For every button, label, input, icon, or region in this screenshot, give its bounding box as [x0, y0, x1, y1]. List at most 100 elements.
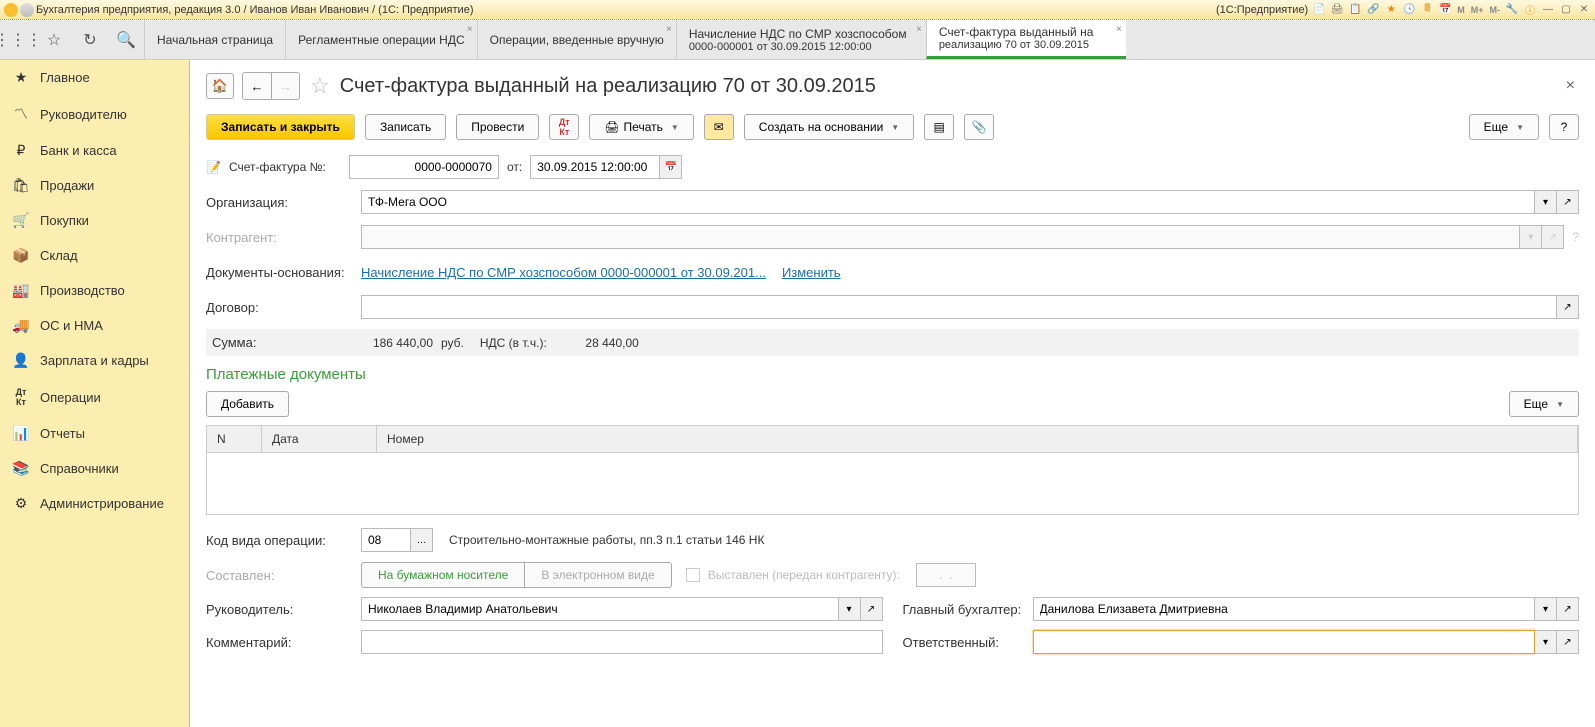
create-based-button[interactable]: Создать на основании▼ — [744, 114, 914, 140]
open-icon[interactable]: ↗ — [1557, 295, 1579, 319]
apps-icon[interactable]: ⋮⋮⋮ — [0, 20, 36, 59]
dropdown-icon[interactable]: ▾ — [1535, 190, 1557, 214]
basis-link[interactable]: Начисление НДС по СМР хозспособом 0000-0… — [361, 265, 766, 280]
info-icon[interactable]: ⓘ — [1523, 3, 1537, 17]
search-icon[interactable]: 🔍 — [108, 20, 144, 59]
link-icon[interactable]: 🔗 — [1366, 3, 1380, 17]
tab-label: Счет-фактура выданный на — [939, 25, 1114, 39]
print-button[interactable]: 🖨Печать▼ — [589, 114, 693, 140]
tab-label: Начисление НДС по СМР хозспособом — [689, 27, 914, 41]
history-icon[interactable]: 🕓 — [1402, 3, 1416, 17]
save-close-button[interactable]: Записать и закрыть — [206, 114, 355, 140]
close-page-icon[interactable]: × — [1562, 73, 1579, 99]
help-hint-icon[interactable]: ? — [1572, 230, 1579, 244]
save-button[interactable]: Записать — [365, 114, 446, 140]
org-input[interactable] — [361, 190, 1535, 214]
home-button[interactable]: 🏠 — [206, 73, 234, 99]
comment-input[interactable] — [361, 630, 883, 654]
open-icon[interactable]: ↗ — [1542, 225, 1564, 249]
sidebar-item-bank[interactable]: ₽Банк и касса — [0, 133, 189, 168]
date-picker-icon[interactable]: 📅 — [660, 155, 682, 179]
invoice-no-input[interactable] — [349, 155, 499, 179]
sidebar-item-catalogs[interactable]: 📚Справочники — [0, 451, 189, 486]
dropdown-icon[interactable]: ▾ — [1535, 597, 1557, 621]
tab-invoice[interactable]: Счет-фактура выданный на реализацию 70 о… — [926, 20, 1126, 59]
sidebar-item-admin[interactable]: ⚙Администрирование — [0, 486, 189, 521]
open-icon[interactable]: ↗ — [1557, 190, 1579, 214]
close-icon[interactable]: × — [666, 24, 672, 35]
print-icon[interactable]: 🖨 — [1330, 3, 1344, 17]
sent-checkbox[interactable] — [686, 568, 700, 582]
dropdown-icon[interactable] — [20, 3, 34, 17]
favorite-star-icon[interactable]: ☆ — [310, 73, 330, 99]
sent-date-input[interactable] — [916, 563, 976, 587]
maximize-icon[interactable]: ▢ — [1559, 3, 1573, 17]
more-button-2[interactable]: Еще▼ — [1509, 391, 1579, 417]
opcode-input[interactable] — [361, 528, 411, 552]
electronic-toggle[interactable]: В электронном виде — [524, 562, 671, 588]
forward-button[interactable]: → — [271, 73, 299, 99]
dropdown-icon[interactable]: ▾ — [1520, 225, 1542, 249]
date-input[interactable] — [530, 155, 660, 179]
star-outline-icon[interactable]: ☆ — [36, 20, 72, 59]
box-icon: 📦 — [12, 247, 30, 264]
attach-button[interactable]: 📎 — [964, 114, 994, 140]
calendar-icon[interactable]: 📅 — [1438, 3, 1452, 17]
th-date[interactable]: Дата — [262, 426, 377, 452]
sidebar-item-reports[interactable]: 📊Отчеты — [0, 416, 189, 451]
memory-mminus[interactable]: M- — [1489, 3, 1502, 17]
sidebar-item-assets[interactable]: 🚚ОС и НМА — [0, 308, 189, 343]
compare-icon[interactable]: 📋 — [1348, 3, 1362, 17]
dropdown-icon[interactable]: ▾ — [1535, 630, 1557, 654]
tab-manual-ops[interactable]: Операции, введенные вручную × — [477, 20, 676, 59]
window-title: Бухгалтерия предприятия, редакция 3.0 / … — [36, 4, 1216, 16]
calc-icon[interactable]: 🖩 — [1420, 3, 1434, 17]
tab-start-page[interactable]: Начальная страница — [144, 20, 285, 59]
minimize-icon[interactable]: — — [1541, 3, 1555, 17]
bag-icon: 🛍 — [12, 177, 30, 194]
favorite-icon[interactable]: ★ — [1384, 3, 1398, 17]
close-icon[interactable]: × — [1116, 24, 1122, 35]
paper-toggle[interactable]: На бумажном носителе — [361, 562, 524, 588]
dt-kt-button[interactable]: ДтКт — [549, 114, 579, 140]
memory-mplus[interactable]: M+ — [1470, 3, 1485, 17]
add-button[interactable]: Добавить — [206, 391, 289, 417]
sidebar-item-warehouse[interactable]: 📦Склад — [0, 238, 189, 273]
select-icon[interactable]: … — [411, 528, 433, 552]
email-button[interactable]: ✉ — [704, 114, 734, 140]
currency-label: руб. — [441, 336, 464, 350]
open-icon[interactable]: ↗ — [861, 597, 883, 621]
tab-vat-ops[interactable]: Регламентные операции НДС × — [285, 20, 477, 59]
open-icon[interactable]: ↗ — [1557, 597, 1579, 621]
open-icon[interactable]: ↗ — [1557, 630, 1579, 654]
contragent-input[interactable] — [361, 225, 1520, 249]
more-button[interactable]: Еще▼ — [1469, 114, 1539, 140]
th-n[interactable]: N — [207, 426, 262, 452]
change-link[interactable]: Изменить — [782, 265, 841, 280]
sidebar-item-sales[interactable]: 🛍Продажи — [0, 168, 189, 203]
post-button[interactable]: Провести — [456, 114, 539, 140]
sidebar-item-purchases[interactable]: 🛒Покупки — [0, 203, 189, 238]
close-icon[interactable]: × — [467, 24, 473, 35]
structure-button[interactable]: ▤ — [924, 114, 954, 140]
contract-input[interactable] — [361, 295, 1557, 319]
close-icon[interactable]: × — [916, 24, 922, 35]
th-number[interactable]: Номер — [377, 426, 1578, 452]
sidebar-item-main[interactable]: ★Главное — [0, 60, 189, 95]
sidebar-item-manager[interactable]: 〽Руководителю — [0, 95, 189, 133]
help-button[interactable]: ? — [1549, 114, 1579, 140]
sidebar-item-production[interactable]: 🏭Производство — [0, 273, 189, 308]
history-nav-icon[interactable]: ↻ — [72, 20, 108, 59]
responsible-input[interactable] — [1033, 630, 1536, 654]
dropdown-icon[interactable]: ▾ — [839, 597, 861, 621]
manager-input[interactable] — [361, 597, 839, 621]
sidebar-item-payroll[interactable]: 👤Зарплата и кадры — [0, 343, 189, 378]
sidebar-item-operations[interactable]: ДтКтОперации — [0, 378, 189, 416]
accountant-input[interactable] — [1033, 597, 1536, 621]
close-window-icon[interactable]: ✕ — [1577, 3, 1591, 17]
back-button[interactable]: ← — [243, 73, 271, 99]
print-preview-icon[interactable]: 📄 — [1312, 3, 1326, 17]
tab-vat-accrual[interactable]: Начисление НДС по СМР хозспособом 0000-0… — [676, 20, 926, 59]
memory-m[interactable]: M — [1456, 3, 1466, 17]
settings-icon[interactable]: 🔧 — [1505, 3, 1519, 17]
